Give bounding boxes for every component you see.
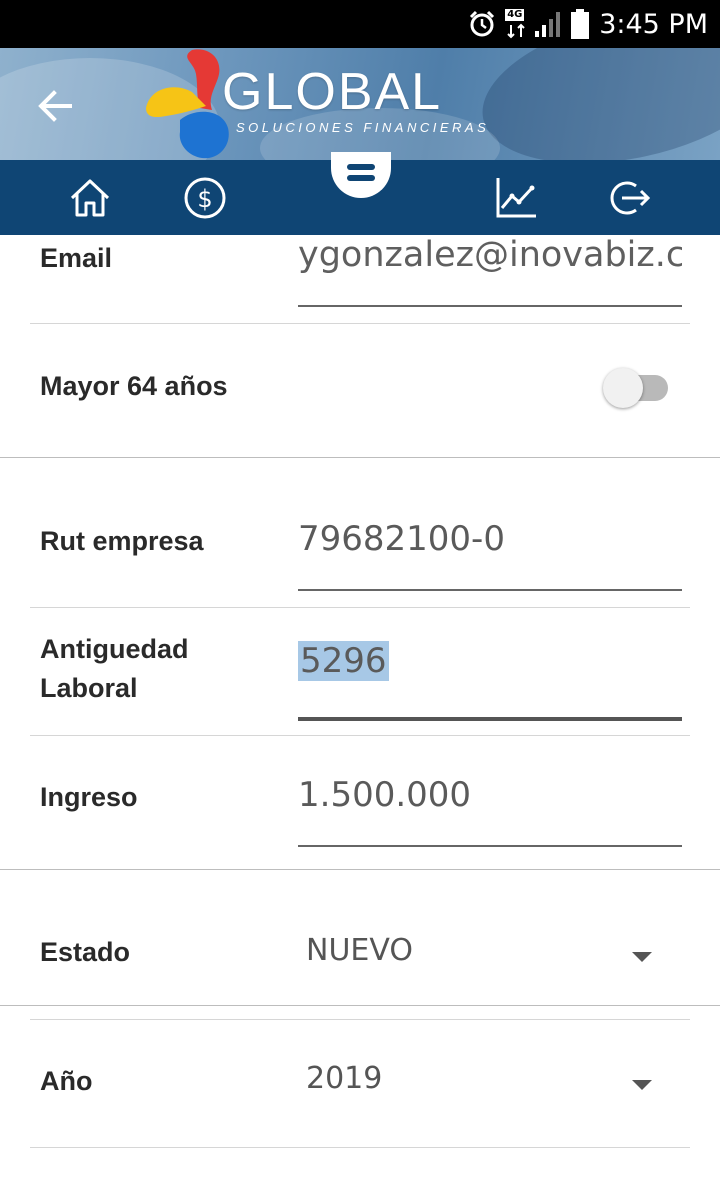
estado-label: Estado [40,937,131,967]
nav-chart-button[interactable] [492,174,540,222]
anio-label: Año [40,1066,93,1096]
divider [30,1019,690,1020]
antiguedad-label-line2: Laboral [40,673,138,703]
ingreso-underline [298,845,682,847]
section-divider [0,457,720,458]
rut-underline [298,589,682,591]
arrow-left-icon [38,90,72,122]
battery-icon [571,9,590,39]
chevron-down-icon [632,952,652,962]
email-field[interactable]: ygonzalez@inovabiz.c [298,235,682,275]
mayor64-label: Mayor 64 años [40,371,228,401]
divider [30,735,690,736]
status-icons: 4G 3:45 PM [467,0,708,48]
antiguedad-label-line1: Antiguedad [40,634,189,664]
rut-label: Rut empresa [40,526,204,556]
antiguedad-field[interactable]: 5296 [298,641,682,681]
nav-home-button[interactable] [66,174,114,222]
estado-value: NUEVO [306,933,413,968]
nav-finance-button[interactable]: $ [181,174,229,222]
antiguedad-underline-active [298,717,682,721]
signal-icon [533,9,563,39]
nav-logout-button[interactable] [606,174,654,222]
section-divider [0,869,720,870]
selected-text: 5296 [298,641,389,681]
nav-bar: $ [0,152,720,235]
divider [30,323,690,324]
header-background-shape [468,48,720,160]
chart-icon [496,178,536,218]
alarm-icon [467,9,497,39]
back-button[interactable] [34,84,78,128]
divider [30,1147,690,1148]
anio-value: 2019 [306,1061,383,1096]
dollar-icon: $ [184,177,226,219]
email-underline [298,305,682,307]
network-4g-icon: 4G [505,9,529,39]
menu-button[interactable] [331,152,391,198]
status-bar: 4G 3:45 PM [0,0,720,48]
divider [30,607,690,608]
brand-name: GLOBAL [222,63,443,121]
antiguedad-label: Antiguedad Laboral [40,630,189,708]
chevron-down-icon [632,1080,652,1090]
section-divider [0,1005,720,1006]
rut-field[interactable]: 79682100-0 [298,519,682,559]
email-label: Email [40,243,113,273]
ingreso-field[interactable]: 1.500.000 [298,775,682,815]
app-header: GLOBAL SOLUCIONES FINANCIERAS [0,48,720,160]
ingreso-label: Ingreso [40,782,138,812]
svg-text:$: $ [197,185,212,213]
status-time: 3:45 PM [599,8,708,40]
home-icon [70,179,110,217]
brand-tagline: SOLUCIONES FINANCIERAS [236,120,490,135]
logout-icon [610,181,651,215]
toggle-knob [603,368,643,408]
